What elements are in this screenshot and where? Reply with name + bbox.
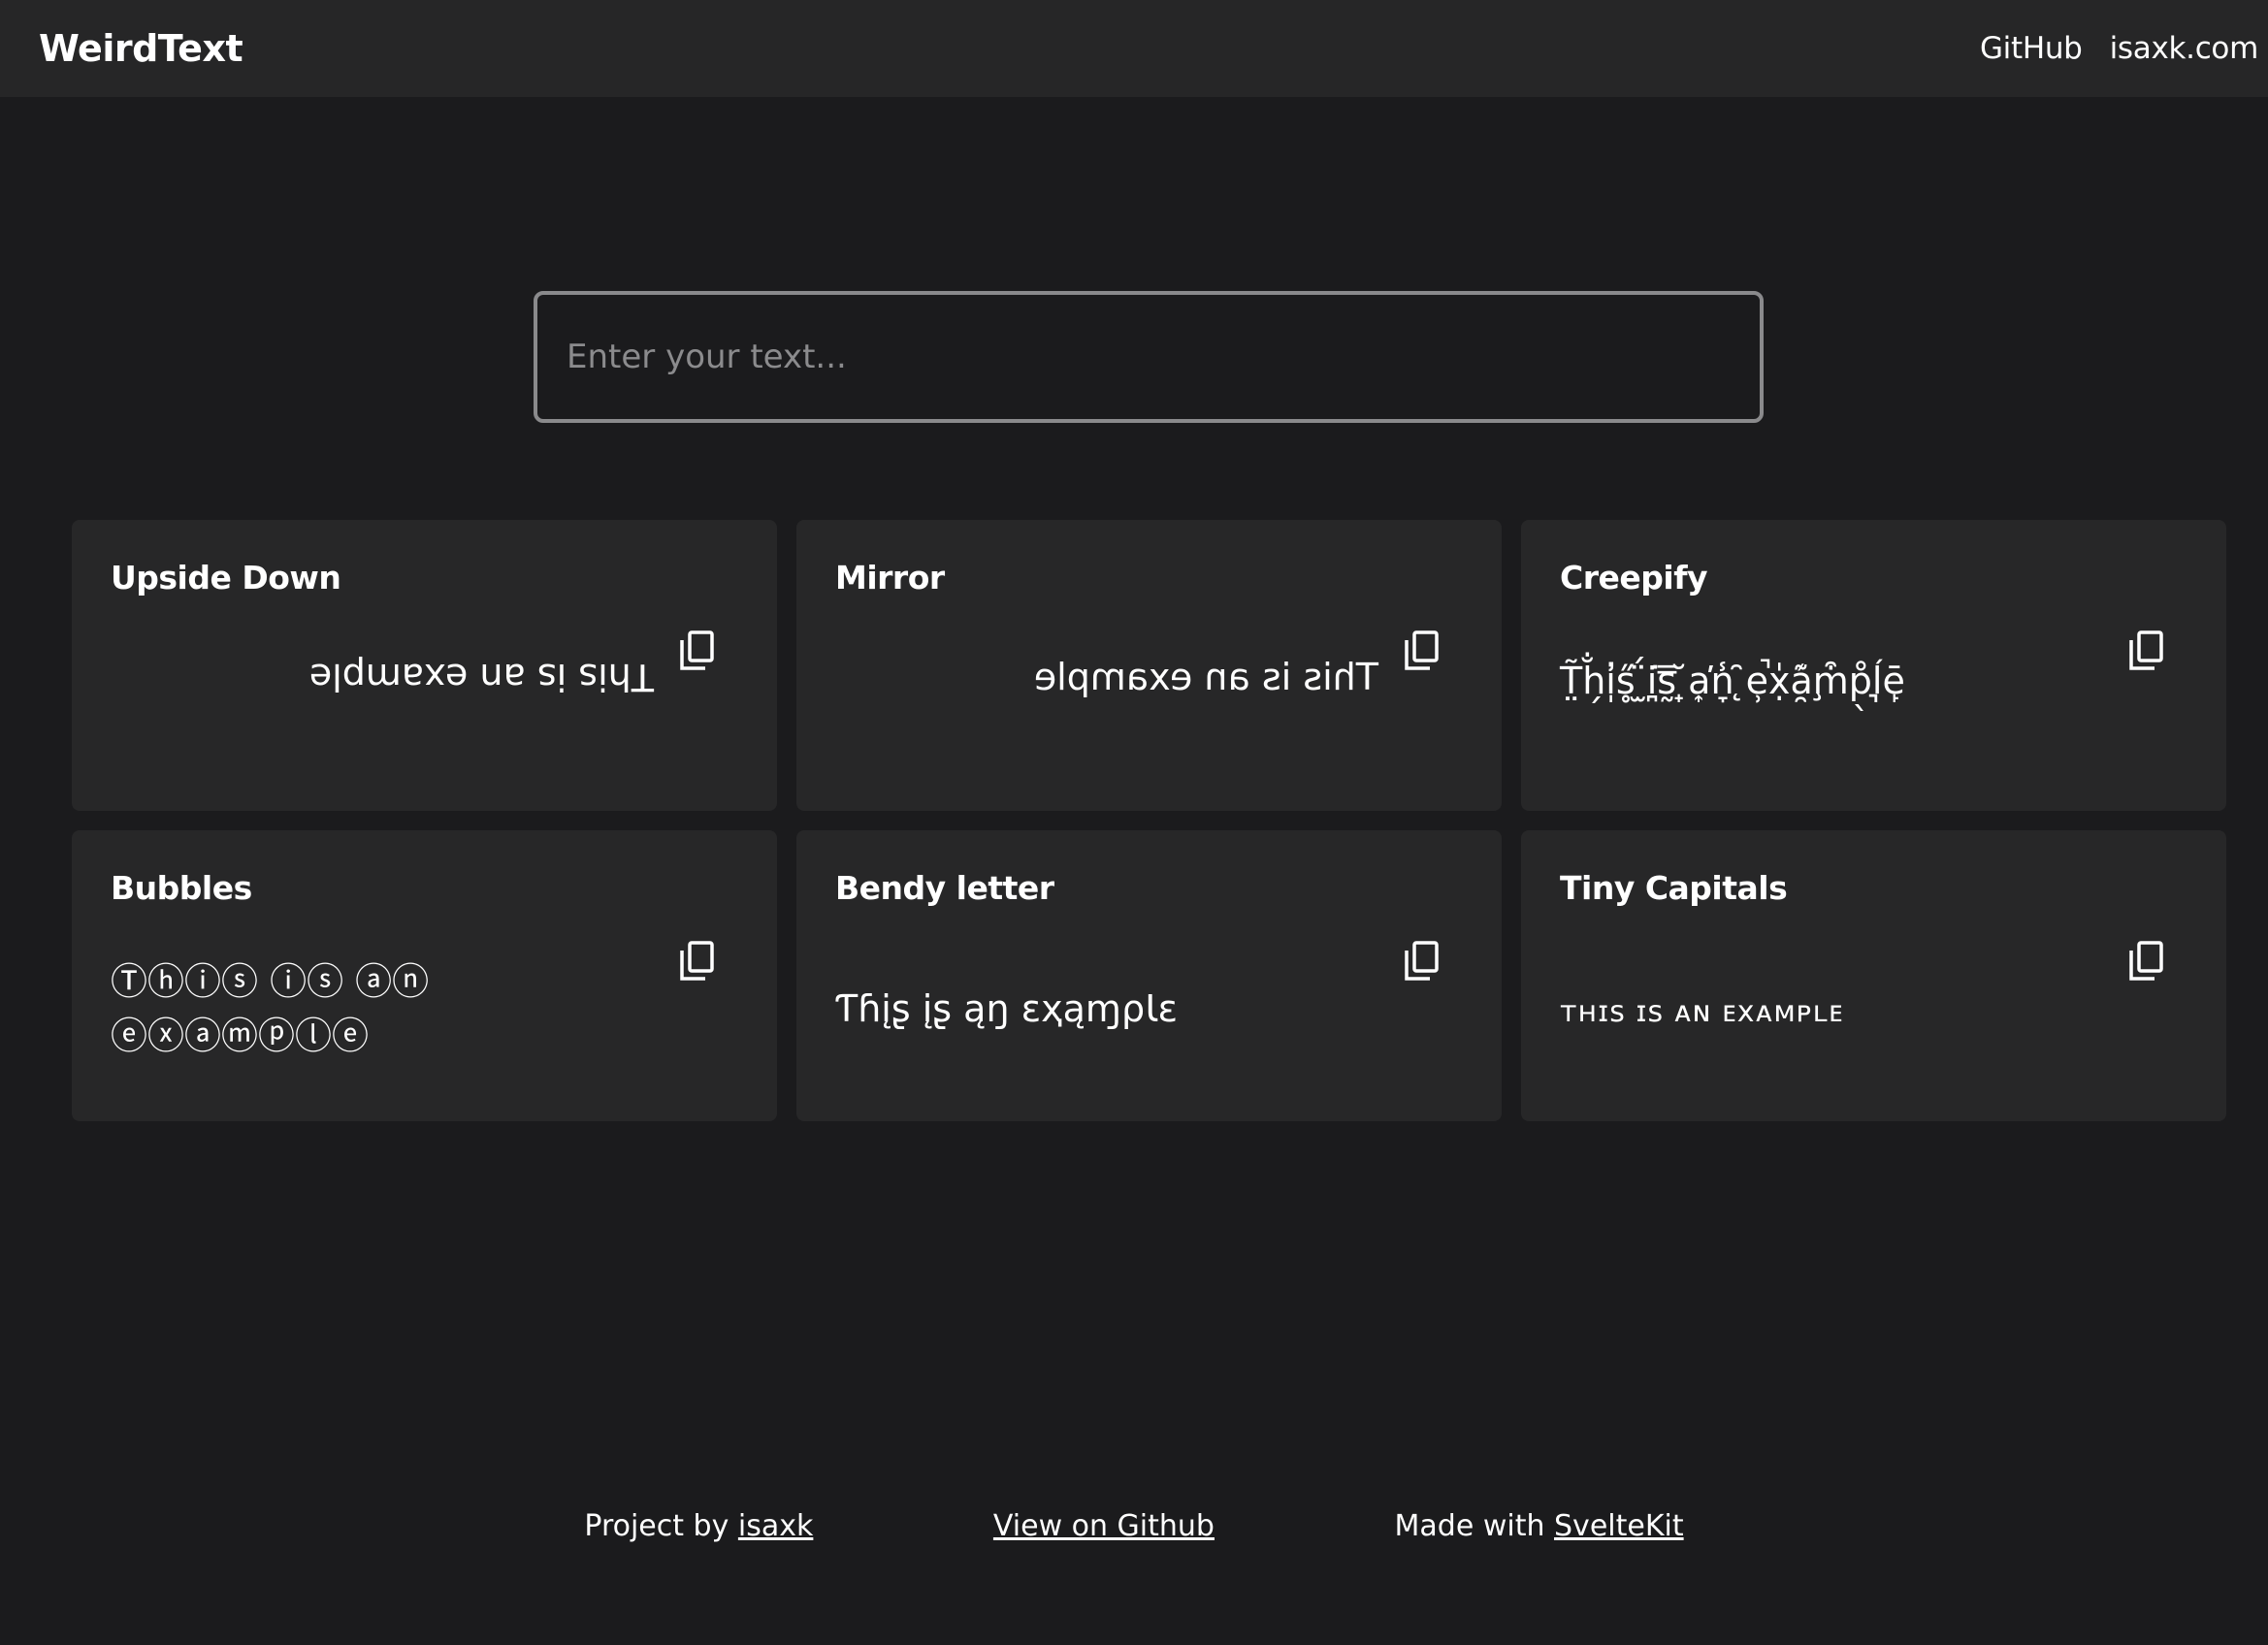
footer-made-with: Made with SvelteKit (1395, 1509, 1684, 1543)
copy-button[interactable] (678, 939, 717, 984)
text-input[interactable] (534, 291, 1764, 423)
copy-button[interactable] (1403, 629, 1442, 673)
copy-icon (680, 630, 714, 670)
copy-icon (2129, 630, 2163, 670)
card-creepify: Creepify T̤̃h̗̐i̩̓s̥̋ ̫̈́i̪͘s̰̿ ̟̆a͎̕n̞̾… (1521, 520, 2226, 811)
card-output: This is an example (1033, 656, 1378, 698)
nav-links: GitHub isaxk.com (1980, 0, 2258, 97)
navbar: WeirdText GitHub isaxk.com (0, 0, 2268, 97)
author-link[interactable]: isaxk (738, 1509, 813, 1543)
copy-button[interactable] (2127, 939, 2166, 984)
card-title: Bendy letter (835, 869, 1054, 907)
view-on-github-link[interactable]: View on Github (993, 1509, 1215, 1543)
card-title: Mirror (835, 559, 945, 597)
card-output: Ⓣⓗⓘⓢ ⓘⓢ ⓐⓝ ⓔⓧⓐⓜⓟⓛⓔ (111, 960, 430, 1057)
footer: Project by isaxk View on Github Made wit… (0, 1509, 2268, 1543)
copy-button[interactable] (2127, 629, 2166, 673)
footer-project: Project by isaxk (584, 1509, 813, 1543)
nav-link-github[interactable]: GitHub (1980, 31, 2083, 66)
card-tiny-capitals: Tiny Capitals ᴛʜɪꜱ ɪꜱ ᴀɴ ᴇxᴀᴍᴘʟᴇ (1521, 830, 2226, 1121)
card-upside-down: Upside Down This is an example (72, 520, 777, 811)
footer-made-prefix: Made with (1394, 1509, 1555, 1543)
copy-icon (1405, 630, 1439, 670)
sveltekit-link[interactable]: SvelteKit (1554, 1509, 1684, 1543)
card-bubbles: Bubbles Ⓣⓗⓘⓢ ⓘⓢ ⓐⓝ ⓔⓧⓐⓜⓟⓛⓔ (72, 830, 777, 1121)
card-mirror: Mirror This is an example (796, 520, 1502, 811)
card-output: T̤̃h̗̐i̩̓s̥̋ ̫̈́i̪͘s̰̿ ̟̆a͎̕n̞̾ ̨̑e̹̚x̣̍… (1560, 660, 1905, 702)
footer-github: View on Github (993, 1509, 1215, 1543)
card-output: ᴛʜɪꜱ ɪꜱ ᴀɴ ᴇxᴀᴍᴘʟᴇ (1560, 995, 1844, 1029)
card-bendy-letter: Bendy letter Ƭɦįʂ įʂ ąŋ ɛҳąɱρƖɛ (796, 830, 1502, 1121)
card-title: Tiny Capitals (1560, 869, 1788, 907)
copy-icon (1405, 941, 1439, 981)
card-title: Upside Down (111, 559, 341, 597)
card-title: Bubbles (111, 869, 252, 907)
copy-icon (680, 941, 714, 981)
card-title: Creepify (1560, 559, 1708, 597)
copy-button[interactable] (1403, 939, 1442, 984)
copy-button[interactable] (678, 629, 717, 673)
footer-project-prefix: Project by (584, 1509, 738, 1543)
card-output: This is an example (308, 656, 654, 698)
copy-icon (2129, 941, 2163, 981)
brand-logo[interactable]: WeirdText (39, 0, 243, 97)
search-container (534, 291, 1764, 423)
transform-cards: Upside Down This is an example Mirror Th… (72, 520, 2226, 1121)
nav-link-website[interactable]: isaxk.com (2110, 31, 2259, 66)
card-output: Ƭɦįʂ įʂ ąŋ ɛҳąɱρƖɛ (835, 987, 1179, 1030)
